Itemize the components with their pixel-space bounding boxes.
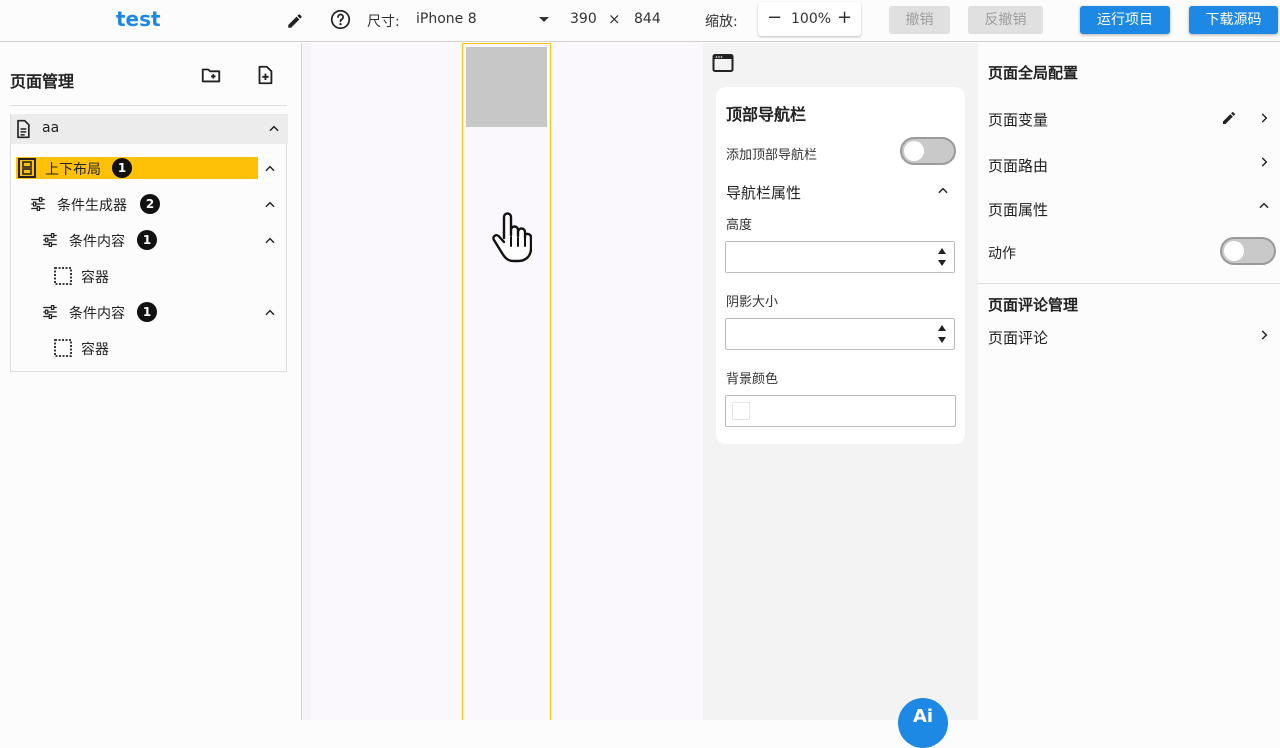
height-label: 高度 [726,218,753,233]
undo-button[interactable]: 撤销 [889,6,950,34]
canvas-placeholder-block[interactable] [466,47,547,127]
page-comments-item[interactable]: 页面评论 [988,327,1048,348]
pointer-hand-icon [492,212,532,263]
chevron-up-icon[interactable] [263,306,277,320]
dropdown-caret-icon [539,17,549,22]
page-tree: aa 上下布局 1 条件生成器 2 条件内容 1 容器 条件内容 1 容器 [10,114,288,372]
tree-item-layout[interactable]: 上下布局 1 [11,156,288,180]
panel-divider [10,105,287,106]
layout-vertical-icon [18,158,36,178]
shadow-size-input[interactable] [725,318,955,350]
child-count-badge: 2 [140,194,160,214]
ai-assistant-button[interactable]: Ai [898,698,948,748]
child-count-badge: 1 [137,230,157,250]
bg-color-label: 背景颜色 [726,372,779,387]
device-select-value: iPhone 8 [416,11,477,27]
device-height-value[interactable]: 844 [634,11,661,27]
tree-item-condition-content[interactable]: 条件内容 1 [11,300,288,324]
tree-item-condition-builder[interactable]: 条件生成器 2 [11,192,288,216]
action-toggle[interactable] [1220,237,1276,265]
run-project-button[interactable]: 运行项目 [1080,6,1170,34]
edit-pencil-icon[interactable] [1221,110,1237,126]
tree-item-condition-content[interactable]: 条件内容 1 [11,228,288,252]
spinner-up-icon[interactable] [938,248,946,254]
tree-item-container[interactable]: 容器 [11,336,288,360]
tune-icon [43,233,57,247]
chevron-up-icon[interactable] [936,184,950,198]
action-label: 动作 [988,246,1016,262]
shadow-size-label: 阴影大小 [726,295,779,310]
device-width-value[interactable]: 390 [570,11,597,27]
new-folder-icon[interactable] [200,64,222,86]
chevron-up-icon[interactable] [263,234,277,248]
page-variables-item[interactable]: 页面变量 [988,109,1048,130]
global-config-heading: 页面全局配置 [988,64,1079,82]
app-window-icon[interactable] [712,53,734,73]
add-navbar-label: 添加顶部导航栏 [726,148,818,163]
spinner-down-icon[interactable] [938,337,946,343]
tree-page-item[interactable]: aa [11,114,288,144]
color-swatch[interactable] [732,402,750,420]
page-document-icon [17,119,30,139]
help-icon[interactable] [330,9,351,30]
redo-button[interactable]: 反撤销 [968,6,1043,34]
chevron-up-icon[interactable] [1257,199,1271,213]
chevron-right-icon[interactable] [1257,155,1271,169]
tree-item-label: 条件内容 [69,306,125,322]
chevron-up-icon[interactable] [267,122,281,136]
page-properties-item[interactable]: 页面属性 [988,199,1048,220]
card-title: 顶部导航栏 [726,105,807,124]
page-manager-panel: 页面管理 aa 上下布局 1 条件生成器 2 条件内容 1 容器 条件内容 1 … [0,43,302,720]
new-page-icon[interactable] [254,64,276,86]
edit-pencil-icon[interactable] [286,12,304,30]
child-count-badge: 1 [112,158,132,178]
tree-item-container[interactable]: 容器 [11,264,288,288]
container-icon [54,267,72,285]
chevron-up-icon[interactable] [263,162,277,176]
tree-item-label: 容器 [81,342,109,358]
page-global-config-panel [978,43,1280,720]
device-select[interactable]: iPhone 8 [416,11,556,31]
comments-heading: 页面评论管理 [988,296,1079,314]
page-route-item[interactable]: 页面路由 [988,155,1048,176]
toggle-knob [904,141,924,161]
app-title: test [116,7,161,31]
section-divider [978,283,1280,284]
tree-item-label: 条件生成器 [57,198,127,214]
top-toolbar: test 尺寸: iPhone 8 390 × 844 缩放: − 100% +… [0,0,1280,42]
spinner-down-icon[interactable] [938,260,946,266]
zoom-out-button[interactable]: − [767,8,782,28]
chevron-right-icon[interactable] [1257,111,1271,125]
tune-icon [31,197,45,211]
child-count-badge: 1 [137,302,157,322]
size-label: 尺寸: [367,14,400,30]
tree-item-label: 条件内容 [69,234,125,250]
container-icon [54,339,72,357]
dimension-separator: × [608,10,621,28]
zoom-in-button[interactable]: + [837,8,852,28]
download-source-button[interactable]: 下载源码 [1189,6,1278,34]
spinner-up-icon[interactable] [938,325,946,331]
tree-item-label: 容器 [81,270,109,286]
toggle-knob [1224,241,1244,261]
tree-item-label: 上下布局 [45,162,101,178]
phone-preview-frame[interactable] [462,43,551,720]
chevron-right-icon[interactable] [1257,328,1271,342]
zoom-label: 缩放: [705,14,738,30]
add-navbar-toggle[interactable] [900,137,956,165]
panel-title: 页面管理 [10,72,75,91]
navbar-attributes-section[interactable]: 导航栏属性 [726,182,801,203]
bg-color-input[interactable] [725,395,956,427]
tune-icon [43,305,57,319]
zoom-value: 100% [791,11,832,27]
chevron-up-icon[interactable] [263,198,277,212]
height-input[interactable] [725,241,955,273]
page-name: aa [42,120,60,136]
